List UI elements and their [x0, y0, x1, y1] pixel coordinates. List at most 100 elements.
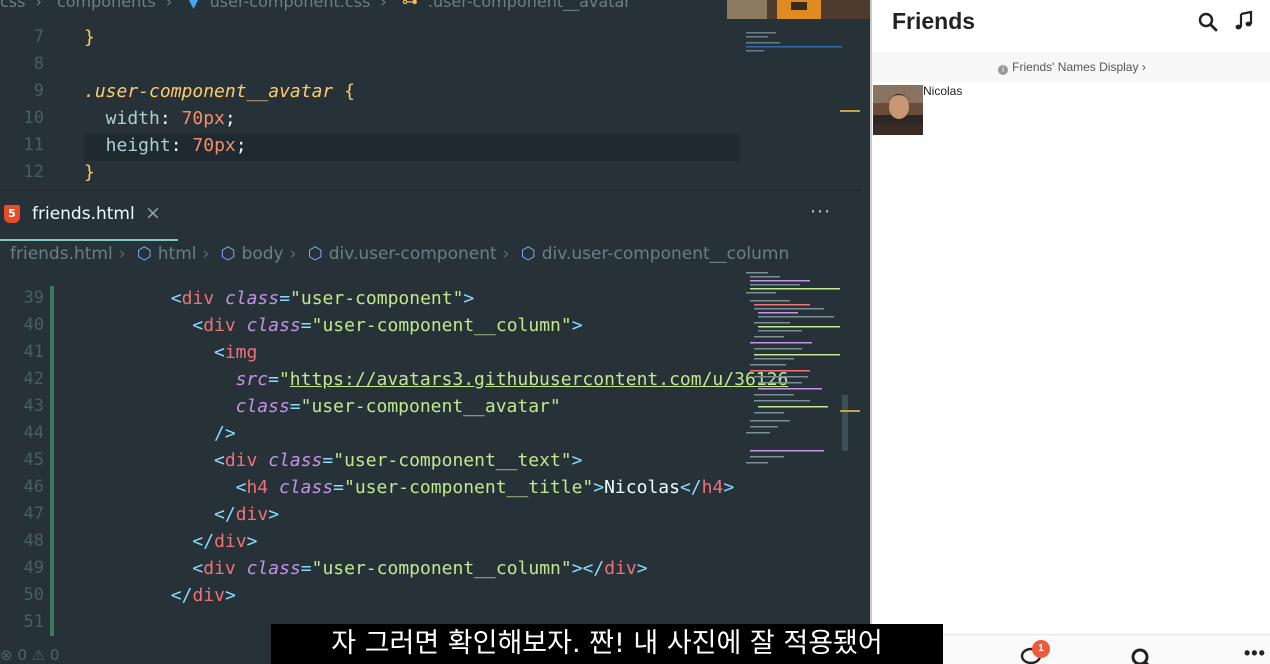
code-line[interactable]: 45 <div class="user-component__text"> — [0, 447, 740, 474]
code-line[interactable]: 47 </div> — [0, 501, 740, 528]
code-token: class — [246, 315, 301, 336]
code-token: div — [235, 504, 269, 525]
breadcrumb-item[interactable]: css — [0, 0, 25, 11]
breadcrumb-item[interactable]: components — [57, 0, 156, 11]
code-token: div — [224, 450, 258, 471]
breadcrumb-item[interactable]: html — [158, 244, 197, 264]
breadcrumb-item[interactable]: body — [242, 244, 284, 264]
line-number: 45 — [23, 450, 44, 470]
code-text: <img — [214, 339, 257, 366]
section-banner[interactable]: i Friends' Names Display › — [872, 52, 1270, 82]
code-text: } — [84, 24, 95, 51]
breadcrumb-item[interactable]: friends.html — [10, 244, 113, 264]
code-line[interactable]: 12} — [0, 159, 740, 186]
code-line[interactable]: 48 </div> — [0, 528, 740, 555]
chevron-right-icon: › — [1141, 60, 1146, 74]
code-token: height — [84, 135, 171, 156]
tab-friends-html[interactable]: 5 friends.html × — [0, 191, 178, 241]
code-line[interactable]: 42 src="https://avatars3.githubuserconten… — [0, 366, 789, 393]
code-token: ; — [224, 108, 236, 129]
line-number: 42 — [23, 369, 44, 389]
line-number: 49 — [23, 558, 44, 578]
code-token: } — [84, 162, 95, 183]
element-cube-icon: ⬡ — [307, 244, 323, 264]
more-dots-icon[interactable]: ••• — [1244, 643, 1266, 664]
code-token: class — [246, 558, 301, 579]
code-text: </div> — [214, 501, 279, 528]
friends-app-preview: Friends i Friends' Names Display › Nicola… — [870, 0, 1270, 664]
code-token: "user-component__column" — [311, 315, 572, 336]
code-line[interactable]: 50 </div> — [0, 582, 740, 609]
code-line[interactable]: 40 <div class="user-component__column"> — [0, 312, 740, 339]
line-number: 8 — [33, 54, 44, 74]
breadcrumb-item[interactable]: .user-component__avatar — [428, 0, 631, 11]
minimap[interactable] — [742, 270, 842, 480]
avatar — [873, 85, 923, 135]
code-line[interactable]: 41 <img — [0, 339, 740, 366]
code-line[interactable]: 46 <h4 class="user-component__title">Nico… — [0, 474, 740, 501]
code-line[interactable]: 49 <div class="user-component__column"></… — [0, 555, 740, 582]
code-token: 70px — [192, 135, 236, 156]
code-line[interactable]: 43 class="user-component__avatar" — [0, 393, 740, 420]
minimap-top[interactable] — [742, 30, 842, 54]
code-token: div — [203, 315, 236, 336]
status-bar[interactable]: ⊗ 0 ⚠ 0 — [0, 646, 300, 664]
html5-icon: 5 — [4, 205, 20, 223]
code-token: "user-component__avatar" — [300, 396, 561, 417]
code-line[interactable]: 8 — [0, 51, 740, 78]
code-line[interactable]: 11 height: 70px; — [0, 132, 740, 159]
code-token: > — [268, 504, 280, 525]
line-number: 40 — [23, 315, 44, 335]
breadcrumb-item[interactable]: div.user-component — [329, 244, 497, 264]
code-line[interactable]: 10 width: 70px; — [0, 105, 740, 132]
more-actions-icon[interactable]: ··· — [810, 201, 831, 223]
user-name: Nicolas — [923, 84, 963, 98]
video-subtitle: 자 그러면 확인해보자. 짠! 내 사진에 잘 적용됐어 — [271, 624, 943, 664]
code-token: </ — [214, 504, 236, 525]
code-text: <h4 class="user-component__title">Nicola… — [236, 474, 735, 501]
close-icon[interactable]: × — [145, 202, 161, 224]
code-token: { — [344, 81, 355, 102]
code-token: > — [571, 450, 583, 471]
scrollbar-marker — [840, 110, 860, 112]
line-number: 51 — [23, 612, 44, 632]
user-component[interactable]: Nicolas — [872, 84, 1270, 136]
search-icon[interactable] — [1130, 647, 1154, 664]
scrollbar-thumb[interactable] — [842, 395, 848, 451]
breadcrumb-item[interactable]: user-component.css — [210, 0, 371, 11]
code-token: .user-component__avatar — [84, 81, 334, 102]
app-header: Friends — [872, 0, 1270, 50]
code-text: width: 70px; — [84, 105, 236, 132]
selector-icon: ⊶ — [401, 0, 418, 11]
code-token: < — [192, 315, 204, 336]
code-text: <div class="user-component__text"> — [214, 447, 583, 474]
code-token: < — [170, 288, 182, 309]
code-token: width — [84, 108, 160, 129]
code-token: < — [214, 342, 225, 363]
breadcrumb-item[interactable]: div.user-component__column — [542, 244, 790, 264]
html-breadcrumb: friends.html › ⬡ html › ⬡ body › ⬡ div.user-co… — [10, 244, 790, 264]
code-line[interactable]: 9 .user-component__avatar { — [0, 78, 740, 105]
code-token: : — [170, 135, 193, 156]
code-line[interactable]: 39 <div class="user-component"> — [0, 285, 740, 312]
code-token: img — [224, 342, 258, 363]
music-note-icon[interactable] — [1232, 9, 1256, 33]
code-text: <div class="user-component__column"> — [192, 312, 582, 339]
code-text: .user-component__avatar { — [84, 78, 355, 105]
code-token: class — [235, 396, 290, 417]
code-line[interactable]: 7} — [0, 24, 740, 51]
code-token: ; — [235, 135, 247, 156]
page-title: Friends — [892, 8, 976, 34]
editor-tab-bar: 5 friends.html × ··· — [0, 190, 862, 241]
code-line[interactable]: 44 /> — [0, 420, 740, 447]
css-file-icon: ▼ — [187, 0, 200, 11]
search-icon[interactable] — [1196, 10, 1220, 34]
code-text: </div> — [171, 582, 236, 609]
code-token: </ — [192, 531, 215, 552]
code-token: = — [268, 369, 279, 390]
code-token: class — [278, 477, 334, 498]
code-token: = — [300, 558, 312, 579]
